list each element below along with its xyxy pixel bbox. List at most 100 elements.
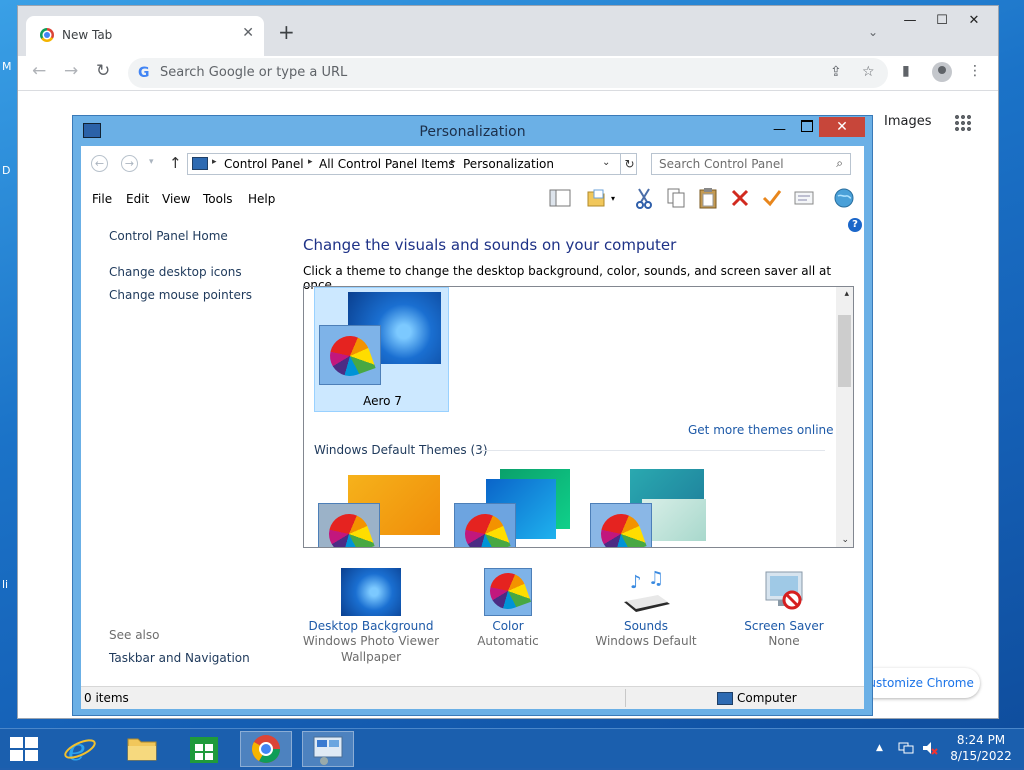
properties-icon[interactable] (793, 187, 815, 209)
layout-icon[interactable] (549, 187, 571, 209)
breadcrumb-separator-icon[interactable]: ▸ (212, 157, 217, 167)
taskbar-clock[interactable]: 8:24 PM 8/15/2022 (944, 732, 1018, 764)
theme-flowers[interactable] (586, 469, 721, 547)
status-divider (625, 689, 626, 707)
breadcrumb-personalization[interactable]: Personalization (463, 157, 554, 171)
tab-close-icon[interactable]: ✕ (242, 25, 254, 41)
see-also-label: See also (109, 628, 160, 642)
new-tab-plus-icon[interactable]: + (278, 22, 295, 42)
color-value: Automatic (477, 634, 539, 648)
reload-icon[interactable]: ↻ (96, 61, 110, 81)
paste-icon[interactable] (697, 187, 719, 209)
maximize-button[interactable] (801, 120, 813, 132)
minimize-button[interactable]: — (773, 122, 786, 137)
tab-search-chevron-icon[interactable]: ⌄ (868, 25, 878, 39)
search-icon[interactable]: ⌕ (836, 156, 843, 171)
address-dropdown-icon[interactable]: ⌄ (602, 157, 610, 168)
google-apps-icon[interactable] (954, 114, 972, 132)
menu-help[interactable]: Help (248, 192, 275, 206)
taskbar-control-panel[interactable] (302, 731, 354, 767)
profile-avatar-icon[interactable] (932, 62, 952, 82)
desktop-icon-label: M (2, 60, 12, 73)
copy-icon[interactable] (665, 187, 687, 209)
taskbar: e ▲ 8:24 PM 8/15/2022 (0, 728, 1024, 768)
start-windows-icon[interactable] (10, 737, 38, 761)
title-bar[interactable]: Personalization — ✕ (73, 116, 872, 146)
folder-options-icon[interactable] (585, 187, 607, 209)
back-button[interactable]: ← (91, 155, 108, 172)
refresh-icon[interactable]: ↻ (620, 154, 638, 174)
svg-text:♫: ♫ (648, 568, 664, 589)
menu-edit[interactable]: Edit (126, 192, 149, 206)
theme-group-label: Windows Default Themes (3) (314, 443, 488, 457)
taskbar-file-explorer[interactable] (116, 731, 168, 767)
globe-icon[interactable] (833, 187, 855, 209)
images-link[interactable]: Images (884, 114, 932, 129)
link-change-desktop-icons[interactable]: Change desktop icons (109, 265, 242, 279)
close-button[interactable]: ✕ (819, 117, 865, 137)
screen-saver-icon (765, 571, 803, 610)
up-arrow-icon[interactable]: ↑ (169, 154, 182, 172)
theme-windows[interactable] (314, 469, 449, 547)
breadcrumb-all-items[interactable]: All Control Panel Items (319, 157, 455, 171)
item-count: 0 items (84, 691, 129, 705)
breadcrumb-separator-icon[interactable]: ▸ (308, 157, 313, 167)
folder-options-dropdown-icon[interactable]: ▾ (611, 194, 615, 203)
search-control-panel-input[interactable]: Search Control Panel ⌕ (651, 153, 851, 175)
scroll-up-arrow-icon[interactable]: ▴ (844, 289, 849, 299)
menu-view[interactable]: View (162, 192, 190, 206)
bookmark-star-icon[interactable]: ☆ (862, 64, 875, 80)
close-button[interactable]: ✕ (954, 8, 994, 34)
page-heading: Change the visuals and sounds on your co… (303, 236, 677, 254)
menu-bar: File Edit View Tools Help ▾ (81, 182, 864, 214)
menu-file[interactable]: File (92, 192, 112, 206)
color-icon (484, 567, 532, 616)
theme-name: Aero 7 (363, 394, 402, 408)
desktop-background-item[interactable]: Desktop Background Windows Photo Viewer … (301, 558, 441, 665)
breadcrumb-separator-icon[interactable]: ▸ (451, 157, 456, 167)
network-icon[interactable] (898, 740, 914, 756)
taskbar-store[interactable] (178, 731, 230, 767)
link-taskbar-and-navigation[interactable]: Taskbar and Navigation (109, 651, 250, 665)
taskbar-chrome[interactable] (240, 731, 292, 767)
recent-locations-icon[interactable]: ▾ (149, 157, 154, 167)
theme-list-scrollbar[interactable]: ▴ ⌄ (836, 287, 853, 547)
menu-tools[interactable]: Tools (203, 192, 233, 206)
screen-saver-value: None (768, 634, 800, 648)
svg-text:e: e (68, 733, 86, 767)
link-control-panel-home[interactable]: Control Panel Home (109, 229, 228, 243)
share-icon[interactable]: ⇪ (830, 64, 842, 80)
omnibox[interactable]: G Search Google or type a URL ⇪ ☆ (128, 58, 888, 88)
address-bar[interactable]: ▸ Control Panel ▸ All Control Panel Item… (187, 153, 637, 175)
clock-date: 8/15/2022 (950, 749, 1012, 763)
scroll-down-arrow-icon[interactable]: ⌄ (841, 535, 849, 545)
scrollbar-thumb[interactable] (838, 315, 851, 387)
forward-button[interactable]: → (121, 155, 138, 172)
delete-icon[interactable] (729, 187, 751, 209)
chrome-menu-icon[interactable]: ⋮ (968, 63, 982, 79)
status-location: Computer (737, 691, 797, 705)
color-item[interactable]: Color Automatic (438, 558, 578, 649)
breadcrumb-control-panel[interactable]: Control Panel (224, 157, 304, 171)
tab-new-tab[interactable]: New Tab ✕ (26, 16, 264, 56)
check-icon[interactable] (761, 187, 783, 209)
navigation-bar: ← → ▾ ↑ ▸ Control Panel ▸ All Control Pa… (81, 146, 864, 182)
screen-saver-item[interactable]: Screen Saver None (714, 558, 854, 649)
sounds-item[interactable]: ♪ ♫ Sounds Windows Default (576, 558, 716, 649)
theme-aero-7[interactable]: Aero 7 (314, 287, 449, 412)
back-arrow-icon[interactable]: ← (32, 61, 46, 81)
theme-color-preview (318, 503, 380, 547)
cut-icon[interactable] (633, 187, 655, 209)
help-icon[interactable]: ? (848, 218, 862, 232)
customize-chrome-button[interactable]: Customize Chrome (860, 668, 980, 698)
taskbar-internet-explorer[interactable]: e (54, 731, 106, 768)
get-more-themes-link[interactable]: Get more themes online (688, 423, 834, 437)
side-panel-icon[interactable]: ▮ (902, 63, 910, 79)
volume-muted-icon[interactable] (922, 740, 938, 756)
color-palette-icon (324, 330, 376, 382)
theme-lines-and-colors[interactable] (450, 469, 585, 547)
tray-overflow-chevron-icon[interactable]: ▲ (876, 743, 883, 753)
forward-arrow-icon[interactable]: → (64, 61, 78, 81)
chrome-toolbar: ← → ↻ G Search Google or type a URL ⇪ ☆ … (18, 56, 998, 91)
link-change-mouse-pointers[interactable]: Change mouse pointers (109, 288, 252, 302)
